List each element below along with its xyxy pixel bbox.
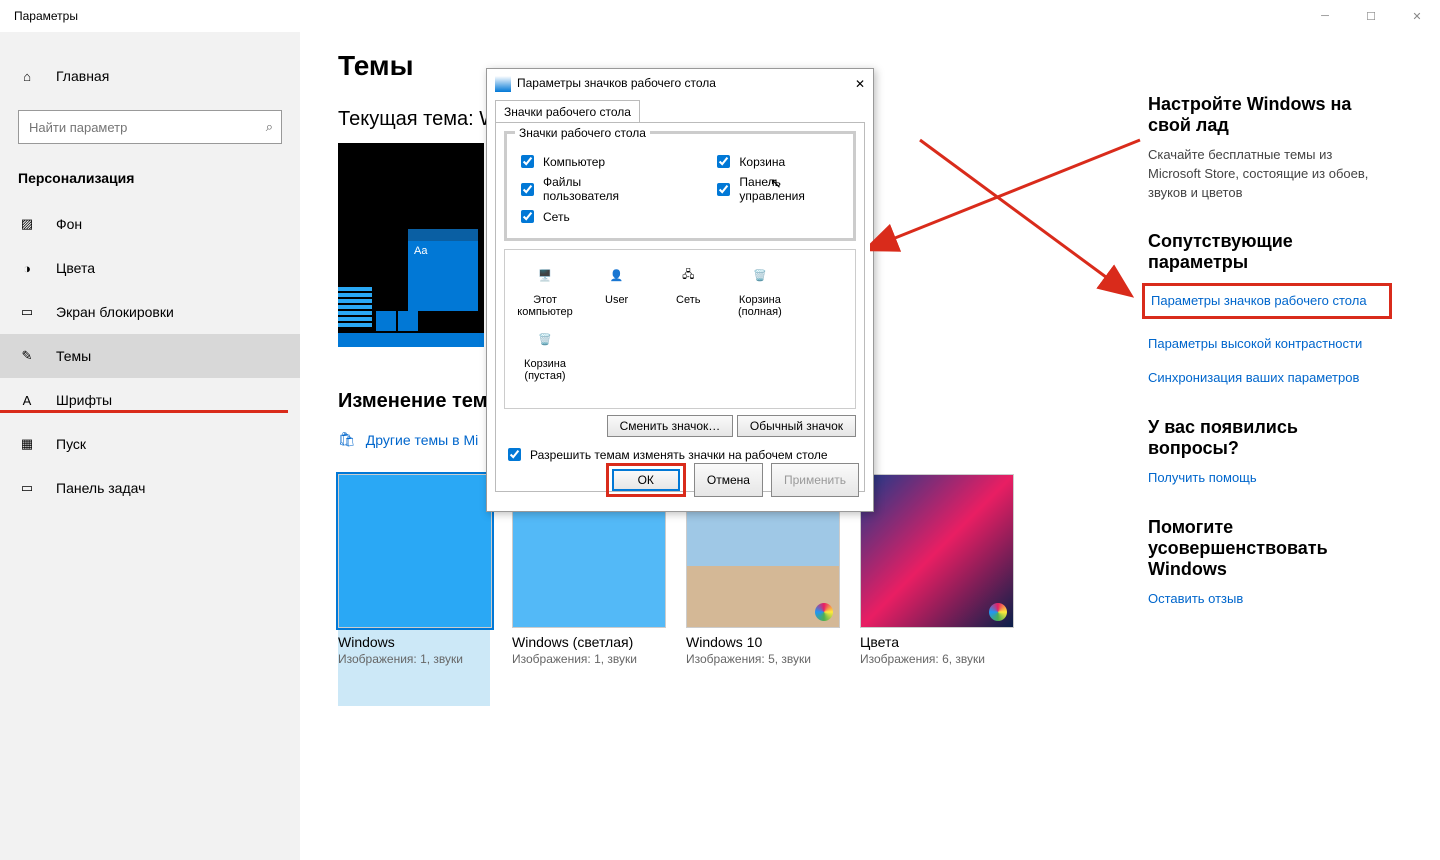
sidebar-item-label: Пуск xyxy=(56,436,86,452)
cursor-icon: ↖ xyxy=(770,175,782,192)
sidebar-item-label: Цвета xyxy=(56,260,95,276)
rc-heading-questions: У вас появились вопросы? xyxy=(1148,417,1386,459)
more-themes-label: Другие темы в Mi xyxy=(366,432,478,448)
icon-preview-box: 🖥️Этот компьютер 👤User 🖧Сеть 🗑️Корзина (… xyxy=(504,249,856,409)
desktop-icons-group: Значки рабочего стола Компьютер Файлы по… xyxy=(504,131,856,241)
check-network[interactable]: Сеть xyxy=(517,207,653,226)
rc-heading-feedback: Помогите усовершенствовать Windows xyxy=(1148,517,1386,580)
sidebar-section: Персонализация xyxy=(0,160,300,202)
sidebar-item-label: Фон xyxy=(56,216,82,232)
theme-preview: Aa xyxy=(338,143,484,347)
apply-button[interactable]: Применить xyxy=(771,463,859,497)
theme-name: Windows 10 xyxy=(686,634,838,650)
icon-user[interactable]: 👤User xyxy=(585,258,649,306)
sidebar-home-label: Главная xyxy=(56,68,109,84)
theme-sub: Изображения: 5, звуки xyxy=(686,652,838,666)
sidebar-item-label: Экран блокировки xyxy=(56,304,174,320)
sidebar-item-fonts[interactable]: A Шрифты xyxy=(0,378,300,422)
annotation-ok-highlight: ОК xyxy=(606,463,686,497)
sidebar: ⌂ Главная ⌕ Персонализация ▨ Фон ◑ Цвета… xyxy=(0,32,300,860)
dialog-tab[interactable]: Значки рабочего стола xyxy=(495,100,640,123)
check-allow-themes[interactable]: Разрешить темам изменять значки на рабоч… xyxy=(504,445,828,464)
icon-recycle-full[interactable]: 🗑️Корзина (полная) xyxy=(728,258,792,318)
sidebar-item-label: Панель задач xyxy=(56,480,145,496)
search-input-wrap[interactable]: ⌕ xyxy=(18,110,282,144)
icon-this-pc[interactable]: 🖥️Этот компьютер xyxy=(513,258,577,318)
sidebar-item-colors[interactable]: ◑ Цвета xyxy=(0,246,300,290)
theme-name: Цвета xyxy=(860,634,1012,650)
start-icon: ▦ xyxy=(18,436,36,452)
home-icon: ⌂ xyxy=(18,69,36,84)
right-column: Настройте Windows на свой лад Скачайте б… xyxy=(1148,94,1386,624)
search-icon: ⌕ xyxy=(266,119,273,135)
sidebar-item-themes[interactable]: ✎ Темы xyxy=(0,334,300,378)
theme-name: Windows xyxy=(338,634,490,650)
theme-sub: Изображения: 1, звуки xyxy=(338,652,490,666)
window-title: Параметры xyxy=(14,9,78,23)
dialog-icon xyxy=(495,76,511,92)
theme-name: Windows (светлая) xyxy=(512,634,664,650)
rc-heading-customize: Настройте Windows на свой лад xyxy=(1148,94,1386,136)
check-computer[interactable]: Компьютер xyxy=(517,152,653,171)
desktop-icons-dialog: Параметры значков рабочего стола ✕ Значк… xyxy=(486,68,874,512)
taskbar-icon: ▭ xyxy=(18,480,36,496)
icon-network[interactable]: 🖧Сеть xyxy=(656,258,720,306)
theme-card-windows[interactable]: Windows Изображения: 1, звуки xyxy=(338,474,490,706)
annotation-underline xyxy=(0,410,288,413)
link-high-contrast[interactable]: Параметры высокой контрастности xyxy=(1148,335,1386,353)
ok-button[interactable]: ОК xyxy=(612,469,680,491)
sidebar-item-start[interactable]: ▦ Пуск xyxy=(0,422,300,466)
check-recycle[interactable]: Корзина xyxy=(713,152,843,171)
link-feedback[interactable]: Оставить отзыв xyxy=(1148,590,1386,608)
minimize-button[interactable]: ─ xyxy=(1302,0,1348,32)
search-input[interactable] xyxy=(27,119,266,136)
dialog-close-icon[interactable]: ✕ xyxy=(855,77,865,91)
sidebar-item-label: Шрифты xyxy=(56,392,112,408)
theme-sub: Изображения: 6, звуки xyxy=(860,652,1012,666)
rc-heading-related: Сопутствующие параметры xyxy=(1148,231,1386,273)
rc-text-store: Скачайте бесплатные темы из Microsoft St… xyxy=(1148,146,1386,203)
lockscreen-icon: ▭ xyxy=(18,304,36,320)
image-icon: ▨ xyxy=(18,216,36,232)
sidebar-item-label: Темы xyxy=(56,348,91,364)
sidebar-item-background[interactable]: ▨ Фон xyxy=(0,202,300,246)
change-icon-button[interactable]: Сменить значок… xyxy=(607,415,734,437)
default-icon-button[interactable]: Обычный значок xyxy=(737,415,856,437)
cancel-button[interactable]: Отмена xyxy=(694,463,763,497)
check-user-files[interactable]: Файлы пользователя xyxy=(517,175,653,203)
store-icon: 🛍 xyxy=(338,431,356,448)
theme-card-colors[interactable]: Цвета Изображения: 6, звуки xyxy=(860,474,1012,706)
theme-sub: Изображения: 1, звуки xyxy=(512,652,664,666)
link-sync-settings[interactable]: Синхронизация ваших параметров xyxy=(1148,369,1386,387)
dialog-title: Параметры значков рабочего стола xyxy=(517,76,716,90)
maximize-button[interactable]: ☐ xyxy=(1348,0,1394,32)
link-desktop-icons[interactable]: Параметры значков рабочего стола xyxy=(1142,283,1392,319)
close-button[interactable]: ✕ xyxy=(1394,0,1440,32)
sidebar-item-lockscreen[interactable]: ▭ Экран блокировки xyxy=(0,290,300,334)
link-get-help[interactable]: Получить помощь xyxy=(1148,469,1386,487)
sidebar-item-taskbar[interactable]: ▭ Панель задач xyxy=(0,466,300,510)
icon-recycle-empty[interactable]: 🗑️Корзина (пустая) xyxy=(513,322,577,382)
group-legend: Значки рабочего стола xyxy=(515,126,650,140)
fonts-icon: A xyxy=(18,393,36,408)
palette-icon: ◑ xyxy=(18,261,36,276)
themes-icon: ✎ xyxy=(18,348,36,364)
sidebar-home[interactable]: ⌂ Главная xyxy=(0,54,300,98)
